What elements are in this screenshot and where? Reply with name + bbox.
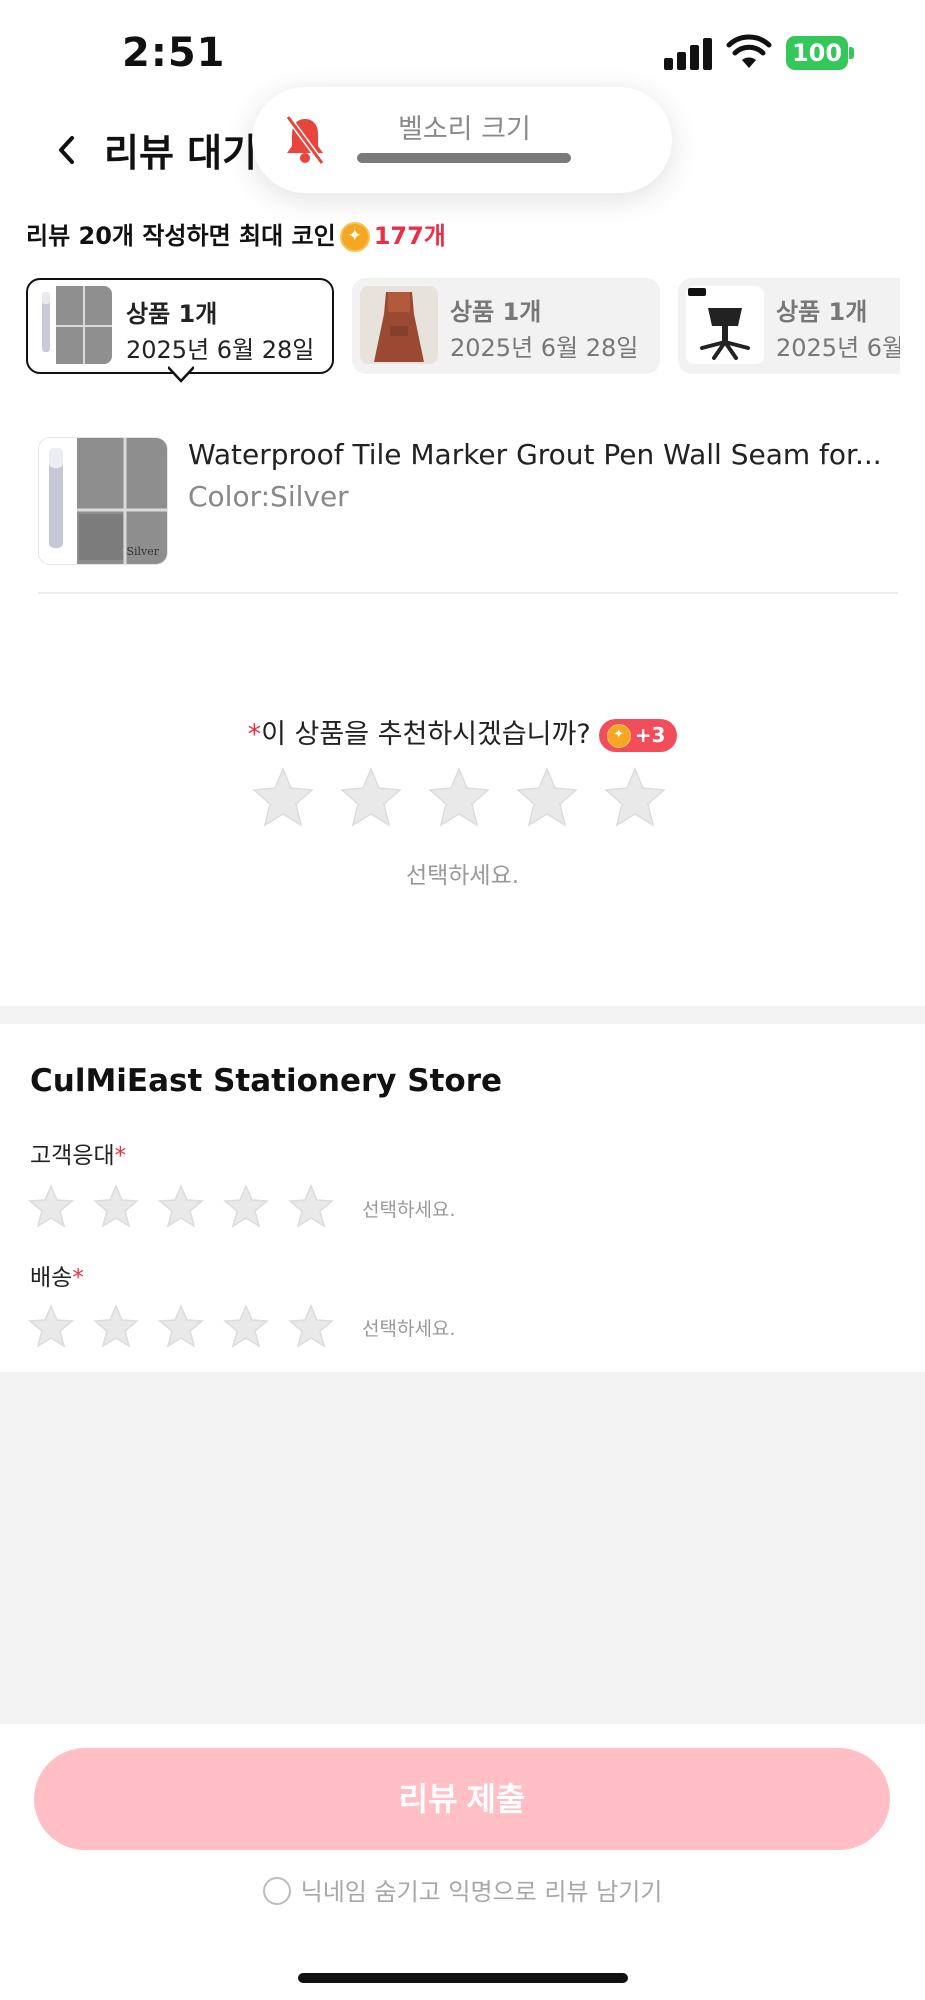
product-thumbnail: [34, 286, 112, 364]
anonymous-label: 닉네임 숨기고 익명으로 리뷰 남기기: [300, 1878, 663, 1906]
review-promo: 리뷰 20개 작성하면 최대 코인 177개: [26, 216, 446, 252]
required-mark: *: [72, 1265, 84, 1291]
star-3-icon[interactable]: [158, 1304, 204, 1348]
recommend-question-text: 이 상품을 추천하시겠습니까?: [261, 719, 591, 750]
product-option: Color:Silver: [188, 480, 349, 513]
product-tab-1[interactable]: 상품 1개 2025년 6월 28일: [26, 278, 334, 374]
star-4-icon[interactable]: [516, 767, 578, 827]
star-4-icon[interactable]: [223, 1184, 269, 1228]
wifi-icon: [726, 34, 772, 68]
product-tab-3[interactable]: 상품 1개 2025년 6월 28일: [678, 278, 900, 374]
home-indicator: [298, 1973, 628, 1983]
product-thumbnail: [360, 286, 438, 364]
rating-hint: 선택하세요.: [362, 1318, 456, 1340]
tab-name: 상품 1개: [450, 298, 542, 326]
coin-icon: [339, 222, 370, 252]
radio-button[interactable]: [262, 1877, 291, 1905]
tab-date: 2025년 6월 28일: [776, 334, 900, 362]
delivery-rating-stars: [28, 1304, 334, 1348]
rating-hint: 선택하세요.: [405, 863, 520, 889]
store-name: CulMiEast Stationery Store: [30, 1063, 503, 1099]
product-image: Silver: [38, 437, 168, 565]
rating-label-text: 배송: [30, 1265, 73, 1291]
product-title[interactable]: Waterproof Tile Marker Grout Pen Wall Se…: [188, 438, 882, 471]
status-time: 2:51: [122, 30, 226, 76]
star-5-icon[interactable]: [288, 1304, 334, 1348]
tab-date: 2025년 6월 28일: [126, 336, 315, 364]
tab-name: 상품 1개: [776, 298, 868, 326]
bell-muted-icon: [285, 115, 325, 165]
coin-bonus-value: +3: [634, 722, 666, 747]
rating-label-delivery: 배송*: [30, 1258, 84, 1292]
star-2-icon[interactable]: [93, 1184, 139, 1228]
volume-label: 벨소리 크기: [398, 114, 531, 145]
coin-icon: [606, 724, 631, 749]
page-title: 리뷰 대기: [104, 131, 258, 175]
required-mark: *: [114, 1143, 127, 1169]
star-1-icon[interactable]: [28, 1184, 74, 1228]
chevron-left-icon[interactable]: [52, 130, 82, 170]
rating-hint: 선택하세요.: [362, 1199, 456, 1221]
cellular-signal-icon: [664, 38, 714, 70]
star-1-icon[interactable]: [28, 1304, 74, 1348]
star-3-icon[interactable]: [158, 1184, 204, 1228]
star-3-icon[interactable]: [428, 767, 490, 827]
divider: [38, 592, 898, 594]
required-mark: *: [247, 719, 262, 750]
section-separator: [0, 1006, 925, 1024]
star-2-icon[interactable]: [93, 1304, 139, 1348]
star-1-icon[interactable]: [252, 767, 314, 827]
star-4-icon[interactable]: [223, 1304, 269, 1348]
product-tabs: 상품 1개 2025년 6월 28일 상품 1개 2025년 6월 28일 상품…: [26, 278, 900, 374]
product-image-caption: Silver: [126, 545, 159, 558]
submit-review-button[interactable]: 리뷰 제출: [34, 1748, 890, 1850]
star-2-icon[interactable]: [340, 767, 402, 827]
volume-hud: 벨소리 크기: [252, 87, 672, 193]
product-thumbnail: [686, 286, 764, 364]
promo-text: 리뷰 20개 작성하면 최대 코인: [26, 222, 336, 250]
star-5-icon[interactable]: [288, 1184, 334, 1228]
star-5-icon[interactable]: [604, 767, 666, 827]
tab-pointer: [168, 366, 194, 383]
tab-date: 2025년 6월 28일: [450, 334, 639, 362]
volume-slider: [357, 153, 571, 163]
promo-coin-count: 177개: [373, 222, 446, 250]
battery-icon: 100: [786, 36, 854, 70]
battery-level: 100: [786, 36, 848, 70]
recommend-question: *이 상품을 추천하시겠습니까? +3: [0, 712, 925, 753]
product-rating-stars: [252, 767, 666, 827]
empty-area: [0, 1372, 925, 1724]
service-rating-stars: [28, 1184, 334, 1228]
coin-bonus-badge: +3: [598, 718, 678, 753]
rating-label-service: 고객응대*: [30, 1136, 126, 1170]
tab-name: 상품 1개: [126, 300, 218, 328]
product-tab-2[interactable]: 상품 1개 2025년 6월 28일: [352, 278, 660, 374]
rating-label-text: 고객응대: [30, 1143, 115, 1169]
anonymous-option[interactable]: 닉네임 숨기고 익명으로 리뷰 남기기: [0, 1872, 925, 1907]
